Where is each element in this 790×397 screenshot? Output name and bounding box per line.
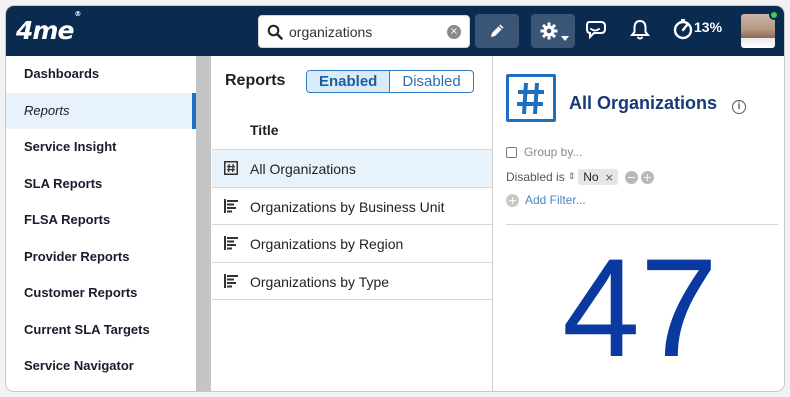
sidebar-item-flsa-reports[interactable]: FLSA Reports <box>6 202 196 239</box>
add-filter-link[interactable]: + Add Filter... <box>506 193 586 207</box>
filter-field[interactable]: Disabled <box>506 170 553 184</box>
gear-icon <box>540 22 558 45</box>
hash-icon <box>224 161 238 178</box>
sidebar-item-sla-reports[interactable]: SLA Reports <box>6 166 196 203</box>
settings-menu-button[interactable] <box>531 14 575 48</box>
row-label: All Organizations <box>250 161 356 177</box>
search-box: × <box>258 15 470 48</box>
bar-list-icon <box>224 198 238 216</box>
enabled-disabled-toggle: Enabled Disabled <box>306 70 474 93</box>
organization-count: 47 <box>562 229 718 386</box>
chat-icon[interactable] <box>584 19 608 46</box>
reports-table: All Organizations Organizations by Busin… <box>212 149 492 300</box>
search-icon <box>267 24 283 45</box>
filter-value-chip[interactable]: No × <box>578 169 618 185</box>
timer-icon[interactable] <box>672 18 694 45</box>
row-label: Organizations by Region <box>250 236 404 252</box>
bar-list-icon <box>224 273 238 291</box>
table-row[interactable]: Organizations by Business Unit <box>212 188 492 225</box>
edit-button[interactable] <box>475 14 519 48</box>
filter-operator[interactable]: is <box>556 170 565 184</box>
info-icon[interactable]: i <box>732 100 746 114</box>
app-window: 4me® × <box>5 5 785 392</box>
report-detail-panel: All Organizations i Group by... Disabled… <box>494 56 784 391</box>
online-status-indicator <box>769 10 779 20</box>
bell-icon[interactable] <box>629 19 651 46</box>
reports-list-panel: Reports Enabled Disabled Title All Organ… <box>212 56 493 391</box>
group-by-option[interactable]: Group by... <box>506 145 582 159</box>
sidebar-scrollbar[interactable] <box>196 56 211 391</box>
sidebar-item-reports[interactable]: Reports <box>6 92 196 129</box>
sidebar-nav: Dashboards Reports Service Insight SLA R… <box>6 56 196 391</box>
app-logo[interactable]: 4me® <box>16 10 81 45</box>
group-by-label: Group by... <box>524 145 583 159</box>
panel-title: Reports <box>225 72 286 89</box>
group-by-checkbox[interactable] <box>506 146 517 158</box>
row-label: Organizations by Business Unit <box>250 198 445 215</box>
sidebar-item-provider-reports[interactable]: Provider Reports <box>6 239 196 276</box>
pencil-icon <box>488 22 506 45</box>
filter-value: No <box>583 170 599 184</box>
divider <box>506 224 778 225</box>
bar-list-icon <box>224 236 238 253</box>
chevron-down-icon <box>561 29 569 47</box>
user-avatar[interactable] <box>741 10 779 48</box>
top-bar: 4me® × <box>6 6 784 56</box>
tab-enabled[interactable]: Enabled <box>307 71 391 92</box>
table-row[interactable]: Organizations by Type <box>212 263 492 300</box>
sidebar-item-current-sla-targets[interactable]: Current SLA Targets <box>6 312 196 349</box>
sidebar-item-customer-reports[interactable]: Customer Reports <box>6 275 196 312</box>
tab-disabled[interactable]: Disabled <box>390 71 472 92</box>
plus-circle-icon: + <box>506 193 519 207</box>
sidebar-item-service-insight[interactable]: Service Insight <box>6 129 196 166</box>
report-title: All Organizations <box>569 93 718 113</box>
table-row[interactable]: Organizations by Region <box>212 225 492 263</box>
sort-arrows-icon: ⇕ <box>567 172 576 182</box>
remove-filter-value-icon[interactable]: × <box>605 171 614 184</box>
table-row[interactable]: All Organizations <box>212 150 492 188</box>
hash-icon <box>506 74 556 122</box>
row-label: Organizations by Type <box>250 273 390 290</box>
add-filter-label: Add Filter... <box>525 193 586 207</box>
search-input[interactable] <box>289 20 437 44</box>
add-filter-condition-icon[interactable]: + <box>640 170 654 184</box>
clear-search-icon[interactable]: × <box>447 25 461 39</box>
filter-row: Disabled is ⇕ No × − + <box>506 169 654 185</box>
sidebar-item-dashboards[interactable]: Dashboards <box>6 56 196 93</box>
remove-filter-icon[interactable]: − <box>624 170 638 184</box>
sidebar-item-service-navigator[interactable]: Service Navigator <box>6 348 196 385</box>
usage-percent[interactable]: 13% <box>694 19 722 35</box>
column-header-title[interactable]: Title <box>250 122 279 138</box>
